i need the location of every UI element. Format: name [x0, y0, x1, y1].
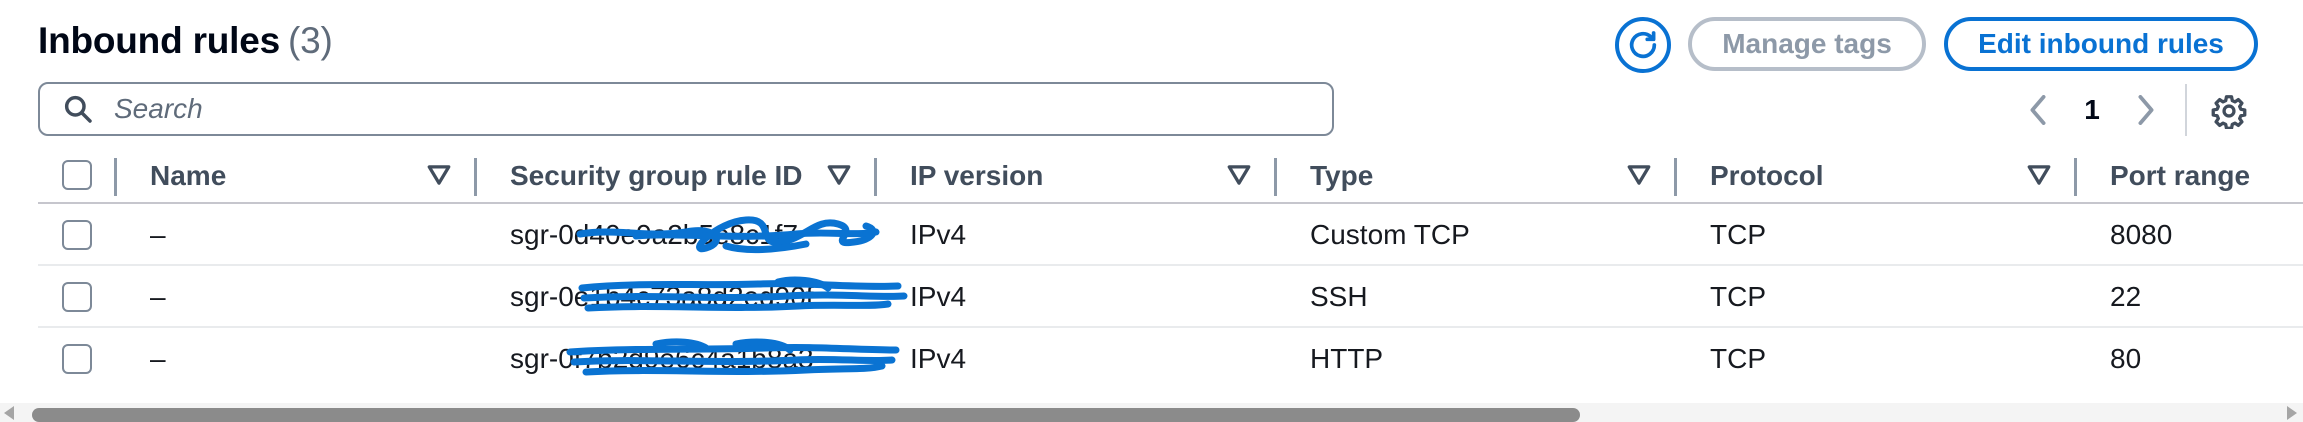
- column-header-protocol[interactable]: Protocol: [1710, 148, 1824, 204]
- cell-port-range: 22: [2110, 281, 2142, 312]
- manage-tags-label: Manage tags: [1722, 28, 1892, 59]
- inbound-rules-panel: Inbound rules (3) Manage tags Edit inboun…: [0, 0, 2303, 422]
- cell-ip-version: IPv4: [910, 343, 967, 374]
- scroll-right-arrow-icon[interactable]: [2287, 406, 2297, 420]
- sort-down-icon[interactable]: [1226, 162, 1252, 188]
- column-separator: [114, 158, 117, 196]
- search-field[interactable]: [38, 82, 1334, 136]
- column-header-type[interactable]: Type: [1310, 148, 1373, 204]
- gear-icon: [2211, 95, 2247, 129]
- column-separator[interactable]: [474, 158, 477, 196]
- select-all-checkbox[interactable]: [62, 160, 92, 190]
- horizontal-scrollbar-thumb[interactable]: [32, 408, 1580, 422]
- redaction-scribble: [578, 276, 908, 312]
- row-checkbox[interactable]: [62, 344, 92, 374]
- cell-type: SSH: [1310, 281, 1368, 312]
- cell-ip-version: IPv4: [910, 281, 967, 312]
- redaction-scribble: [576, 216, 880, 254]
- column-header-ip-version[interactable]: IP version: [910, 148, 1043, 204]
- rule-count: (3): [288, 20, 333, 61]
- cell-type: Custom TCP: [1310, 219, 1470, 250]
- redaction-scribble: [566, 338, 900, 376]
- cell-name: –: [150, 281, 166, 312]
- table-row[interactable]: – sgr-0d40e9a2b5e8c1f7 IPv4 Custom TCP T…: [38, 204, 2303, 266]
- refresh-button[interactable]: [1615, 17, 1671, 73]
- cell-ip-version: IPv4: [910, 219, 967, 250]
- cell-name: –: [150, 343, 166, 374]
- cell-type: HTTP: [1310, 343, 1384, 374]
- sort-down-icon[interactable]: [2026, 162, 2052, 188]
- inbound-rules-table: Name Security group rule ID IP version T…: [38, 148, 2303, 390]
- panel-title: Inbound rules (3): [38, 20, 333, 62]
- next-page-button[interactable]: [2126, 90, 2166, 130]
- scroll-left-arrow-icon[interactable]: [4, 406, 14, 420]
- preferences-button[interactable]: [2208, 90, 2250, 132]
- chevron-left-icon: [2030, 95, 2046, 125]
- column-separator[interactable]: [874, 158, 877, 196]
- sort-down-icon[interactable]: [1626, 162, 1652, 188]
- cell-port-range: 8080: [2110, 219, 2173, 250]
- table-header-row: Name Security group rule ID IP version T…: [38, 148, 2303, 204]
- cell-protocol: TCP: [1710, 343, 1766, 374]
- column-separator[interactable]: [1674, 158, 1677, 196]
- column-header-port-range[interactable]: Port range: [2110, 148, 2250, 204]
- search-input[interactable]: [112, 89, 1332, 129]
- cell-port-range: 80: [2110, 343, 2142, 374]
- column-separator[interactable]: [2074, 158, 2077, 196]
- pagination-divider: [2185, 84, 2187, 136]
- sort-down-icon[interactable]: [426, 162, 452, 188]
- sort-down-icon[interactable]: [826, 162, 852, 188]
- table-row[interactable]: – sgr-0f7b2d9e6c4a1b8a3 IPv4 HTTP TCP 80: [38, 328, 2303, 390]
- edit-inbound-rules-button[interactable]: Edit inbound rules: [1944, 17, 2258, 71]
- column-header-rule-id[interactable]: Security group rule ID: [510, 148, 803, 204]
- column-separator[interactable]: [1274, 158, 1277, 196]
- refresh-icon: [1629, 31, 1657, 59]
- search-icon: [62, 93, 102, 125]
- table-row[interactable]: – sgr-0e1b4c73a8d2ed90f IPv4 SSH TCP 22: [38, 266, 2303, 328]
- chevron-right-icon: [2138, 95, 2154, 125]
- current-page-number[interactable]: 1: [2072, 90, 2112, 130]
- cell-name: –: [150, 219, 166, 250]
- panel-title-text: Inbound rules: [38, 20, 281, 61]
- cell-protocol: TCP: [1710, 281, 1766, 312]
- manage-tags-button[interactable]: Manage tags: [1688, 17, 1926, 71]
- column-header-name[interactable]: Name: [150, 148, 226, 204]
- cell-protocol: TCP: [1710, 219, 1766, 250]
- previous-page-button[interactable]: [2018, 90, 2058, 130]
- row-checkbox[interactable]: [62, 282, 92, 312]
- row-checkbox[interactable]: [62, 220, 92, 250]
- edit-inbound-rules-label: Edit inbound rules: [1978, 28, 2224, 59]
